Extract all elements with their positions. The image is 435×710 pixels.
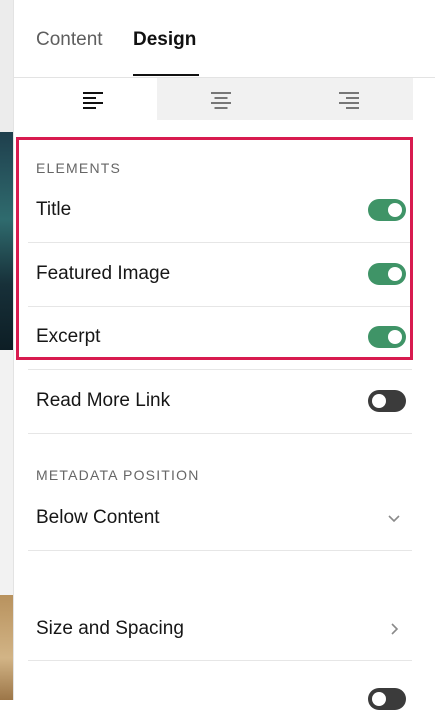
- next-setting-row[interactable]: [28, 662, 412, 710]
- metadata-position-value: Below Content: [36, 507, 160, 528]
- align-center-button[interactable]: [157, 78, 285, 120]
- align-right-icon: [339, 92, 359, 109]
- featured-image-toggle[interactable]: [368, 263, 406, 285]
- featured-image-label: Featured Image: [36, 263, 171, 284]
- text-alignment-group: [29, 78, 413, 120]
- background-image-edge: [0, 132, 14, 350]
- align-left-button[interactable]: [29, 78, 157, 120]
- align-center-icon: [211, 92, 231, 109]
- title-toggle[interactable]: [368, 199, 406, 221]
- toggle-knob: [388, 203, 402, 217]
- title-row[interactable]: Title: [28, 178, 412, 243]
- align-right-button[interactable]: [285, 78, 413, 120]
- metadata-position-dropdown[interactable]: Below Content: [28, 486, 412, 551]
- background-image-edge: [0, 350, 14, 595]
- size-spacing-row[interactable]: Size and Spacing: [28, 597, 412, 661]
- toggle-knob: [372, 692, 386, 706]
- background-image-edge: [0, 0, 14, 132]
- background-image-edge: [0, 595, 14, 700]
- align-left-icon: [83, 92, 103, 109]
- read-more-label: Read More Link: [36, 390, 171, 411]
- metadata-section-label: METADATA POSITION: [36, 467, 200, 483]
- excerpt-toggle[interactable]: [368, 326, 406, 348]
- title-label: Title: [36, 199, 72, 220]
- read-more-toggle[interactable]: [368, 390, 406, 412]
- read-more-row[interactable]: Read More Link: [28, 369, 412, 434]
- toggle-knob: [388, 267, 402, 281]
- chevron-down-icon: [388, 515, 400, 523]
- elements-section-label: ELEMENTS: [36, 160, 122, 176]
- toggle-knob: [388, 330, 402, 344]
- toggle-knob: [372, 394, 386, 408]
- size-spacing-label: Size and Spacing: [36, 617, 184, 639]
- next-setting-toggle[interactable]: [368, 688, 406, 710]
- design-panel: Content Design ELEMENTS Title Featured I…: [13, 0, 435, 710]
- excerpt-row[interactable]: Excerpt: [28, 305, 412, 370]
- active-tab-indicator: [133, 74, 199, 76]
- tab-design[interactable]: Design: [133, 29, 196, 51]
- chevron-right-icon: [391, 622, 399, 635]
- tab-bar: Content Design: [14, 0, 435, 78]
- tab-content[interactable]: Content: [36, 29, 103, 51]
- excerpt-label: Excerpt: [36, 326, 101, 347]
- featured-image-row[interactable]: Featured Image: [28, 242, 412, 307]
